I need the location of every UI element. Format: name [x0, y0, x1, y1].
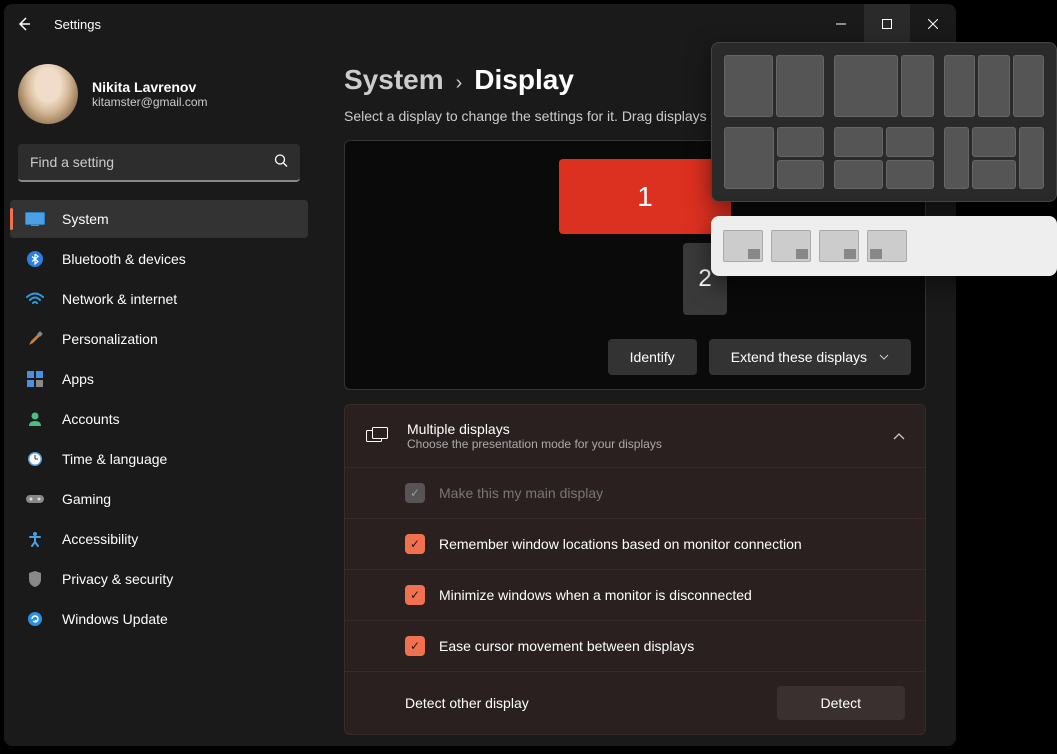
sidebar-item-label: Apps	[62, 371, 94, 387]
sidebar-item-label: Bluetooth & devices	[62, 251, 186, 267]
checkbox-main-display: ✓ Make this my main display	[345, 468, 925, 519]
close-icon	[928, 19, 938, 29]
checkbox-icon[interactable]: ✓	[405, 534, 425, 554]
maximize-button[interactable]	[864, 4, 910, 44]
apps-icon	[24, 370, 46, 388]
snap-group-thumb[interactable]	[867, 230, 907, 262]
sidebar-item-system[interactable]: System	[10, 200, 308, 238]
snap-layout-quad[interactable]	[834, 127, 934, 189]
avatar	[18, 64, 78, 124]
nav-list: System Bluetooth & devices Network & int…	[4, 200, 314, 638]
snap-layout-half-half[interactable]	[724, 55, 824, 117]
detect-row: Detect other display Detect	[345, 672, 925, 734]
multiple-displays-panel: Multiple displays Choose the presentatio…	[344, 404, 926, 735]
extend-displays-dropdown[interactable]: Extend these displays	[709, 339, 911, 375]
search-box	[18, 144, 300, 182]
window-title: Settings	[54, 17, 101, 32]
profile-info: Nikita Lavrenov kitamster@gmail.com	[92, 79, 208, 109]
panel-title: Multiple displays	[407, 421, 893, 437]
sidebar-item-label: Network & internet	[62, 291, 177, 307]
profile-block[interactable]: Nikita Lavrenov kitamster@gmail.com	[4, 54, 314, 144]
profile-email: kitamster@gmail.com	[92, 95, 208, 109]
sidebar-item-label: Personalization	[62, 331, 158, 347]
snap-group-thumb[interactable]	[819, 230, 859, 262]
sidebar-item-label: Time & language	[62, 451, 167, 467]
snap-layout-half-quarter-quarter[interactable]	[724, 127, 824, 189]
snap-layouts-flyout	[711, 42, 1057, 202]
chevron-right-icon: ›	[456, 72, 463, 95]
sidebar-item-time-language[interactable]: Time & language	[10, 440, 308, 478]
search-icon	[274, 154, 288, 171]
checkbox-icon: ✓	[405, 483, 425, 503]
panel-header[interactable]: Multiple displays Choose the presentatio…	[345, 405, 925, 467]
gamepad-icon	[24, 490, 46, 508]
checkbox-label: Minimize windows when a monitor is disco…	[439, 587, 905, 603]
snap-layout-twothird-third[interactable]	[834, 55, 934, 117]
checkbox-label: Remember window locations based on monit…	[439, 536, 905, 552]
sidebar-item-bluetooth[interactable]: Bluetooth & devices	[10, 240, 308, 278]
checkbox-icon[interactable]: ✓	[405, 585, 425, 605]
update-icon	[24, 610, 46, 628]
shield-icon	[24, 570, 46, 588]
sidebar-item-personalization[interactable]: Personalization	[10, 320, 308, 358]
sidebar-item-network[interactable]: Network & internet	[10, 280, 308, 318]
minimize-button[interactable]	[818, 4, 864, 44]
checkbox-label: Make this my main display	[439, 485, 905, 501]
sidebar-item-label: Accessibility	[62, 531, 138, 547]
maximize-icon	[882, 19, 892, 29]
monitor-1[interactable]: 1	[559, 159, 731, 234]
snap-groups-row	[711, 216, 1057, 276]
sidebar-item-apps[interactable]: Apps	[10, 360, 308, 398]
panel-subtitle: Choose the presentation mode for your di…	[407, 437, 893, 451]
chevron-down-icon	[879, 354, 889, 360]
snap-group-thumb[interactable]	[771, 230, 811, 262]
checkbox-label: Ease cursor movement between displays	[439, 638, 905, 654]
sidebar-item-label: Privacy & security	[62, 571, 173, 587]
display-icon	[24, 210, 46, 228]
sidebar-item-label: Gaming	[62, 491, 111, 507]
checkbox-ease-cursor[interactable]: ✓ Ease cursor movement between displays	[345, 621, 925, 672]
checkbox-icon[interactable]: ✓	[405, 636, 425, 656]
chevron-up-icon	[893, 427, 905, 445]
breadcrumb-current: Display	[474, 64, 574, 96]
sidebar-item-accessibility[interactable]: Accessibility	[10, 520, 308, 558]
brush-icon	[24, 330, 46, 348]
close-button[interactable]	[910, 4, 956, 44]
displays-icon	[365, 424, 389, 448]
clock-icon	[24, 450, 46, 468]
checkbox-minimize-disconnect[interactable]: ✓ Minimize windows when a monitor is dis…	[345, 570, 925, 621]
sidebar-item-gaming[interactable]: Gaming	[10, 480, 308, 518]
checkbox-remember-locations[interactable]: ✓ Remember window locations based on mon…	[345, 519, 925, 570]
sidebar-item-accounts[interactable]: Accounts	[10, 400, 308, 438]
profile-name: Nikita Lavrenov	[92, 79, 208, 95]
sidebar: Nikita Lavrenov kitamster@gmail.com Syst…	[4, 44, 314, 746]
bluetooth-icon	[24, 250, 46, 268]
sidebar-item-label: Accounts	[62, 411, 120, 427]
sidebar-item-label: Windows Update	[62, 611, 168, 627]
snap-group-thumb[interactable]	[723, 230, 763, 262]
identify-button[interactable]: Identify	[608, 339, 697, 375]
window-controls	[818, 4, 956, 44]
arrow-left-icon	[16, 16, 32, 32]
titlebar: Settings	[4, 4, 956, 44]
minimize-icon	[836, 19, 846, 29]
sidebar-item-label: System	[62, 211, 109, 227]
sidebar-item-windows-update[interactable]: Windows Update	[10, 600, 308, 638]
snap-layout-thirds[interactable]	[944, 55, 1044, 117]
person-icon	[24, 410, 46, 428]
snap-layout-side-half-side[interactable]	[944, 127, 1044, 189]
breadcrumb-parent[interactable]: System	[344, 64, 444, 96]
back-button[interactable]	[4, 4, 44, 44]
detect-button[interactable]: Detect	[777, 686, 905, 720]
search-input[interactable]	[18, 144, 300, 180]
accessibility-icon	[24, 530, 46, 548]
detect-label: Detect other display	[405, 695, 529, 711]
sidebar-item-privacy-security[interactable]: Privacy & security	[10, 560, 308, 598]
wifi-icon	[24, 290, 46, 308]
